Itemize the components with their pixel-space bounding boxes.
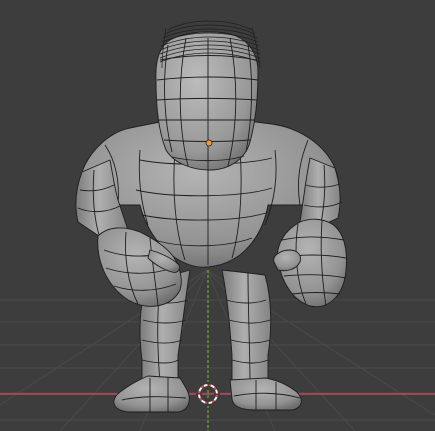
- viewport-canvas[interactable]: [0, 0, 435, 431]
- right-foot: [229, 377, 302, 411]
- left-foot: [113, 375, 190, 413]
- object-origin-dot[interactable]: [205, 139, 213, 147]
- character-mesh[interactable]: [75, 20, 347, 413]
- 3d-viewport[interactable]: [0, 0, 435, 431]
- floor-grid: [0, 269, 435, 431]
